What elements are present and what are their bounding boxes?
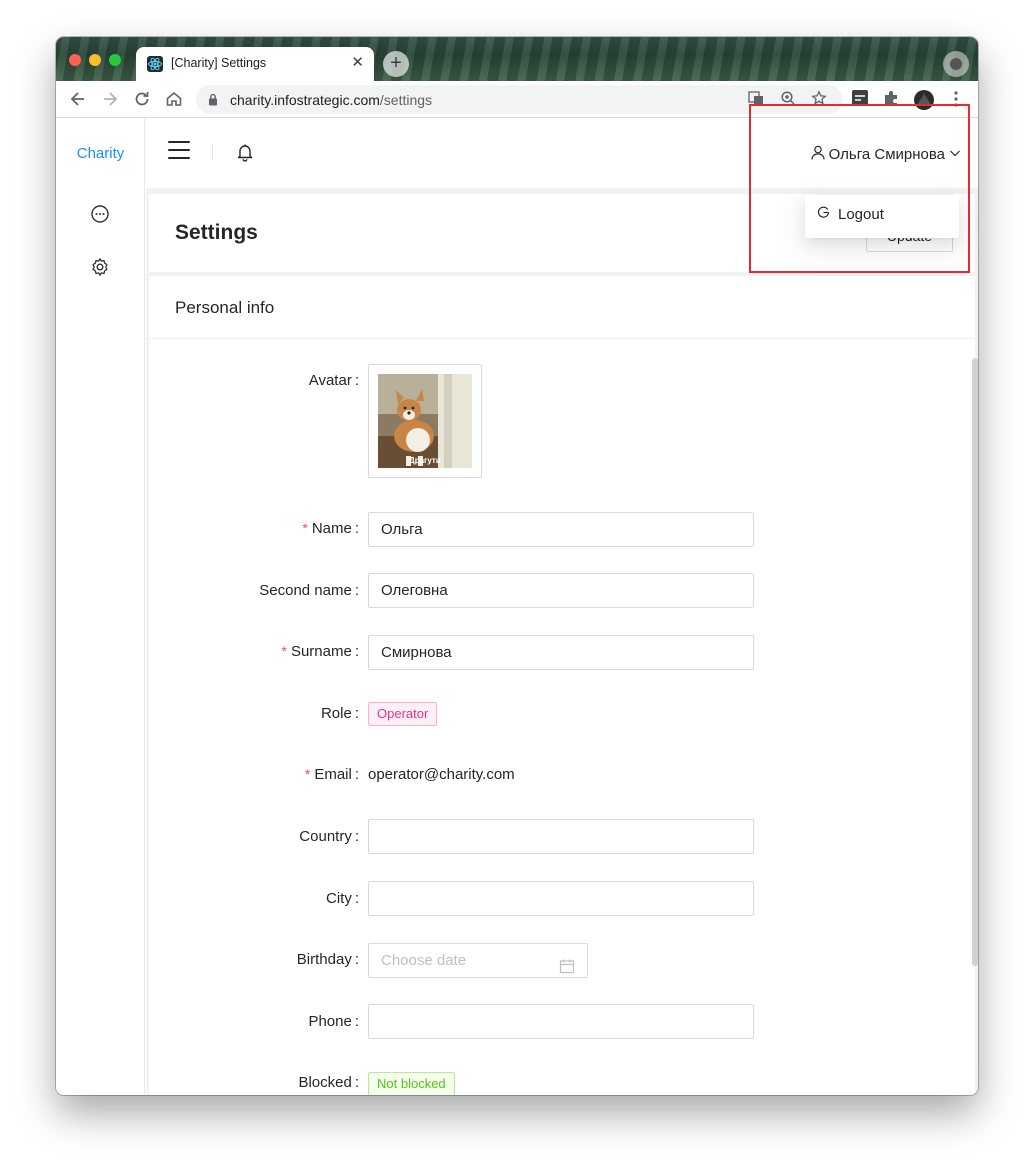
surname-label-text: Surname xyxy=(290,643,352,660)
second-name-input[interactable]: Олеговна xyxy=(368,573,754,608)
birthday-label: Birthday: xyxy=(296,951,359,968)
phone-label-text: Phone xyxy=(308,1013,352,1030)
phone-label: Phone: xyxy=(308,1013,359,1030)
browser-profile-icon[interactable] xyxy=(943,51,969,77)
message-icon[interactable] xyxy=(90,204,110,224)
close-window-button[interactable] xyxy=(69,54,81,66)
surname-input[interactable]: Смирнова xyxy=(368,635,754,670)
address-bar[interactable]: charity.infostrategic.com/settings xyxy=(196,85,843,114)
minimize-window-button[interactable] xyxy=(89,54,101,66)
url-host: charity.infostrategic.com xyxy=(230,92,380,108)
browser-titlebar: [Charity] Settings ✕ + xyxy=(56,37,978,81)
second-name-label: Second name: xyxy=(259,582,359,599)
card-header: Personal info xyxy=(149,276,975,339)
card-title: Personal info xyxy=(175,298,275,317)
home-icon[interactable] xyxy=(164,89,184,109)
forward-arrow-icon[interactable] xyxy=(100,89,120,109)
avatar-label-text: Avatar xyxy=(308,372,352,389)
avatar-image: Драгути xyxy=(378,374,472,468)
country-input[interactable] xyxy=(368,819,754,854)
annotation-highlight-box xyxy=(749,104,970,273)
page-scrollbar[interactable] xyxy=(972,358,978,966)
email-label-text: Email xyxy=(314,766,352,783)
city-input[interactable] xyxy=(368,881,754,916)
maximize-window-button[interactable] xyxy=(109,54,121,66)
react-favicon-icon xyxy=(147,56,163,72)
phone-input[interactable] xyxy=(368,1004,754,1039)
tab-title: [Charity] Settings xyxy=(171,56,267,70)
city-label: City: xyxy=(325,890,359,907)
url-text: charity.infostrategic.com/settings xyxy=(230,92,432,108)
blocked-tag: Not blocked xyxy=(368,1072,455,1095)
bell-icon[interactable] xyxy=(235,142,255,162)
city-label-text: City xyxy=(325,890,352,907)
name-label-text: Name xyxy=(311,520,352,537)
country-label-text: Country xyxy=(299,828,352,845)
blocked-label-text: Blocked xyxy=(298,1074,352,1091)
blocked-label: Blocked: xyxy=(298,1074,359,1091)
avatar-upload[interactable]: Драгути xyxy=(368,364,482,478)
avatar-label: Avatar: xyxy=(308,372,359,389)
calendar-icon xyxy=(559,953,575,974)
new-tab-button[interactable]: + xyxy=(383,51,409,77)
sidebar: Charity xyxy=(56,118,145,1095)
url-path: /settings xyxy=(379,92,433,108)
birthday-label-text: Birthday xyxy=(296,951,352,968)
birthday-datepicker[interactable]: Choose date xyxy=(368,943,588,978)
country-label: Country: xyxy=(299,828,359,845)
brand-logo[interactable]: Charity xyxy=(56,145,145,162)
email-value: operator@charity.com xyxy=(368,766,515,783)
back-arrow-icon[interactable] xyxy=(68,89,88,109)
avatar-caption: Драгути xyxy=(409,456,441,465)
page-title: Settings xyxy=(175,221,258,244)
settings-icon[interactable] xyxy=(90,257,110,277)
role-tag: Operator xyxy=(368,702,438,726)
second-name-label-text: Second name xyxy=(259,582,352,599)
personal-info-card: Personal info Avatar: Драгути * Name: О… xyxy=(149,276,975,1095)
surname-label: * Surname: xyxy=(281,643,360,660)
name-input[interactable]: Ольга xyxy=(368,512,754,547)
role-label: Role: xyxy=(320,705,359,722)
lock-icon xyxy=(208,93,218,111)
tab-close-icon[interactable]: ✕ xyxy=(351,53,364,71)
birthday-placeholder: Choose date xyxy=(381,952,467,969)
browser-tab[interactable]: [Charity] Settings ✕ xyxy=(136,47,374,81)
header-divider xyxy=(212,144,213,160)
email-label: * Email: xyxy=(304,766,359,783)
menu-toggle-icon[interactable] xyxy=(168,141,190,159)
name-label: * Name: xyxy=(302,520,359,537)
role-label-text: Role xyxy=(320,705,352,722)
reload-icon[interactable] xyxy=(132,89,152,109)
